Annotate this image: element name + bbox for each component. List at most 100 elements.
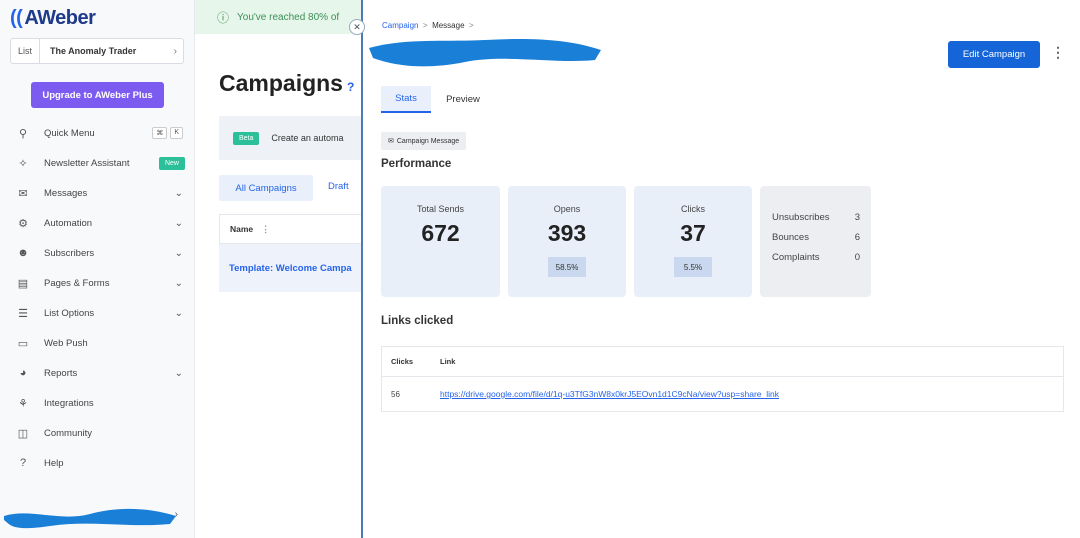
table-row: 56 https://drive.google.com/file/d/1q-u3… [382,377,1063,411]
sidebar-item-label: Community [44,427,93,439]
sidebar-item-integrations[interactable]: ⚘ Integrations [0,388,195,418]
other-stats-card: Unsubscribes 3 Bounces 6 Complaints 0 [760,186,871,297]
card-percentage: 5.5% [674,257,712,277]
opens-card: Opens 393 58.5% [508,186,626,297]
message-title-redacted [369,39,601,67]
tab-preview[interactable]: Preview [435,86,491,113]
stat-label: Bounces [772,232,809,243]
clicks-card: Clicks 37 5.5% [634,186,752,297]
sidebar-item-label: Messages [44,187,88,199]
breadcrumb-message: Message [432,21,465,30]
account-menu-redacted[interactable]: › [0,502,190,530]
tab-stats[interactable]: Stats [381,86,431,113]
chevron-down-icon: ⌄ [174,367,183,379]
sidebar-item-label: Web Push [44,337,88,349]
sidebar-item-web-push[interactable]: ▭ Web Push [0,328,195,358]
chevron-down-icon: ⌄ [174,247,183,259]
community-icon: ◫ [17,427,29,440]
sidebar-item-label: Subscribers [44,247,95,259]
sidebar-item-help[interactable]: ? Help [0,448,195,478]
stat-row-unsubscribes: Unsubscribes 3 [772,212,860,223]
card-percentage: 58.5% [548,257,586,277]
sidebar-item-reports[interactable]: ◕ Reports ⌄ [0,358,195,388]
mail-icon: ✉ [388,138,394,145]
tab-all-campaigns[interactable]: All Campaigns [219,175,313,201]
clicked-link[interactable]: https://drive.google.com/file/d/1q-u3TfG… [440,389,779,399]
mail-icon: ✉ [18,187,28,200]
sidebar-item-label: List Options [44,307,95,319]
sidebar-item-community[interactable]: ◫ Community [0,418,195,448]
close-icon[interactable]: ✕ [349,19,365,35]
sort-icon[interactable]: ⋮ [261,224,270,235]
sidebar-item-quick-menu[interactable]: ⚲ Quick Menu ⌘ K [0,118,195,148]
chevron-down-icon: ⌄ [174,217,183,229]
chevron-right-icon: › [174,509,178,520]
message-stats-panel: Campaign > Message > Edit Campaign ⋮ Sta… [361,0,1080,538]
push-icon: ▭ [17,337,29,350]
beta-banner[interactable]: Beta Create an automa [219,116,365,160]
performance-heading: Performance [381,158,452,170]
stat-label: Complaints [772,252,820,263]
column-header-name[interactable]: Name [230,224,253,234]
chevron-down-icon: ⌄ [174,277,183,289]
redaction-scribble [4,508,176,529]
card-label: Total Sends [416,204,465,214]
stat-value: 3 [854,212,860,223]
link-clicks-count: 56 [391,389,400,399]
alert-text: You've reached 80% of [237,11,340,23]
list-selector-value: The Anomaly Trader [50,46,137,56]
campaign-message-chip: ✉ Campaign Message [381,132,467,150]
chart-icon: ◕ [19,367,27,379]
sidebar-item-subscribers[interactable]: ☻ Subscribers ⌄ [0,238,195,268]
page-title: Campaigns? [219,70,354,97]
aweber-logo[interactable]: (( AWeber [10,7,96,30]
breadcrumb-campaign[interactable]: Campaign [382,21,418,30]
column-header-link: Link [440,357,456,366]
sidebar-item-pages-forms[interactable]: ▤ Pages & Forms ⌄ [0,268,195,298]
tab-draft[interactable]: Draft [328,181,349,192]
card-value: 37 [680,220,706,246]
sidebar-item-label: Pages & Forms [44,277,110,289]
breadcrumb-separator: > [466,21,474,30]
total-sends-card: Total Sends 672 [381,186,500,297]
links-table: Clicks Link 56 https://drive.google.com/… [381,346,1064,412]
sidebar-item-automation[interactable]: ⚙ Automation ⌄ [0,208,195,238]
chevron-down-icon: ⌄ [174,307,183,319]
sidebar-item-label: Quick Menu [44,127,95,139]
new-badge: New [158,156,185,170]
table-row[interactable]: Template: Welcome Campa [219,244,365,292]
breadcrumb-separator: > [420,21,430,30]
help-circle-icon[interactable]: ? [347,80,354,94]
stat-value: 0 [854,252,860,263]
chip-label: Campaign Message [396,137,460,145]
sidebar-nav: ⚲ Quick Menu ⌘ K ✧ Newsletter Assistant … [0,118,195,478]
automation-icon: ⚙ [18,217,28,230]
campaigns-table-header: Name ⋮ [219,214,365,244]
sidebar-item-messages[interactable]: ✉ Messages ⌄ [0,178,195,208]
sidebar-item-label: Help [44,457,64,469]
chevron-right-icon: › [173,45,177,57]
stat-row-bounces: Bounces 6 [772,232,860,243]
stat-value: 6 [854,232,860,243]
column-header-clicks: Clicks [391,357,414,366]
sidebar-item-newsletter-assistant[interactable]: ✧ Newsletter Assistant New [0,148,195,178]
info-icon: ⓘ [217,10,230,25]
logo-text: AWeber [24,7,96,29]
sidebar-item-label: Automation [44,217,93,229]
person-run-icon: ⚲ [18,127,28,140]
more-options-icon[interactable]: ⋮ [1051,44,1065,61]
list-icon: ☰ [18,307,28,320]
stat-label: Unsubscribes [772,212,830,223]
card-value: 393 [547,220,587,246]
kbd-key: K [170,127,183,139]
upgrade-button[interactable]: Upgrade to AWeber Plus [31,82,164,108]
page-title-text: Campaigns [219,70,343,96]
edit-campaign-button[interactable]: Edit Campaign [948,41,1040,68]
list-selector[interactable]: List The Anomaly Trader › [10,38,184,64]
sidebar-item-list-options[interactable]: ☰ List Options ⌄ [0,298,195,328]
sidebar-item-label: Newsletter Assistant [44,157,130,169]
sidebar-item-label: Integrations [44,397,94,409]
sparkle-icon: ✧ [18,157,28,170]
links-table-header: Clicks Link [382,347,1063,377]
beta-text: Create an automa [271,133,344,143]
